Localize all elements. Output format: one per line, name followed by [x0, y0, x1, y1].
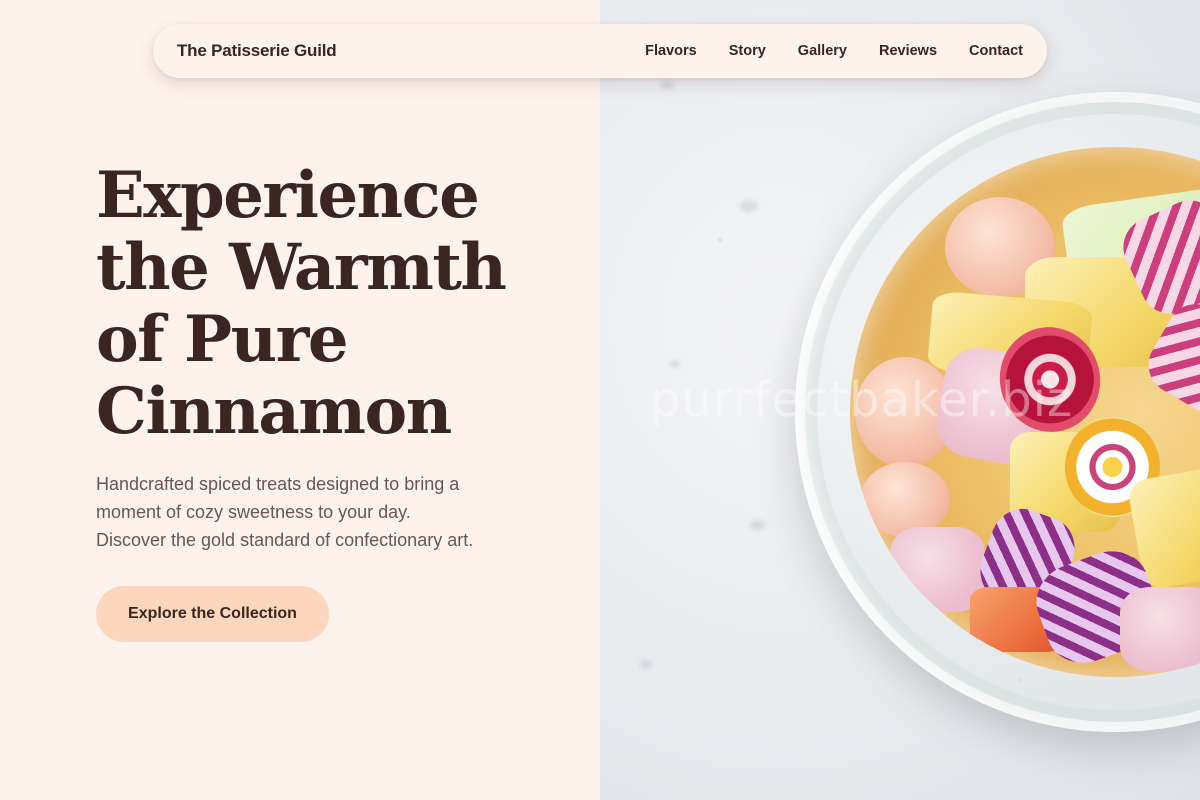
nav-links: Flavors Story Gallery Reviews Contact [645, 43, 1023, 59]
hero-title-line: the Warmth [96, 230, 507, 305]
hero-subtitle: Handcrafted spiced treats designed to br… [96, 470, 536, 554]
hero-subtitle-line: Discover the gold standard of confection… [96, 530, 474, 550]
brand-logo[interactable]: The Patisserie Guild [177, 41, 337, 61]
nav-link-flavors[interactable]: Flavors [645, 43, 697, 59]
nav-link-gallery[interactable]: Gallery [798, 43, 847, 59]
hero-title-line: Cinnamon [96, 374, 452, 449]
hero-subtitle-line: moment of cozy sweetness to your day. [96, 502, 411, 522]
explore-collection-button[interactable]: Explore the Collection [96, 586, 329, 642]
hero-title: Experience the Warmth of Pure Cinnamon [96, 160, 576, 448]
hero-title-line: of Pure [96, 302, 349, 377]
hero-subtitle-line: Handcrafted spiced treats designed to br… [96, 474, 460, 494]
nav-link-contact[interactable]: Contact [969, 43, 1023, 59]
navbar: The Patisserie Guild Flavors Story Galle… [153, 24, 1047, 78]
page: purrfectbaker.biz The Patisserie Guild F… [0, 0, 1200, 800]
nav-link-reviews[interactable]: Reviews [879, 43, 937, 59]
image-watermark: purrfectbaker.biz [650, 372, 1074, 428]
nav-link-story[interactable]: Story [729, 43, 766, 59]
hero-title-line: Experience [96, 158, 480, 233]
